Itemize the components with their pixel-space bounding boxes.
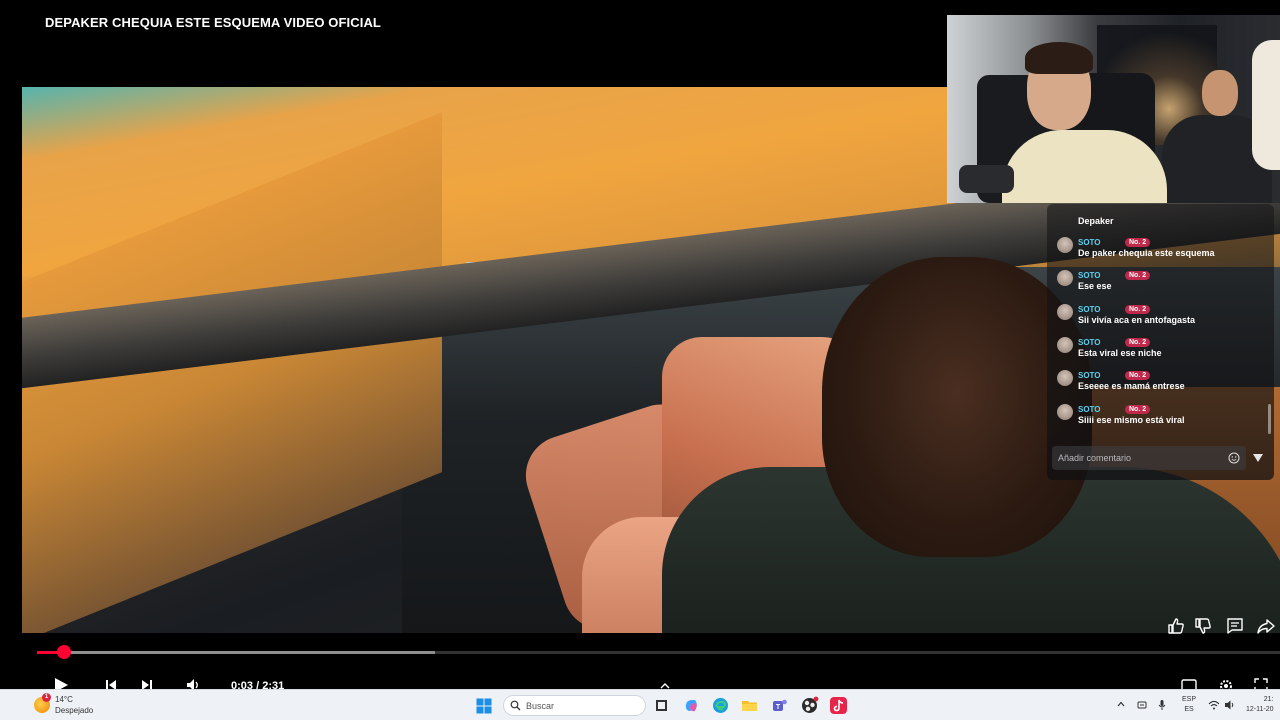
weather-temperature[interactable]: 14°C [55,695,73,704]
chat-message-text: Esta viral ese niche [1078,347,1162,358]
chat-rank-badge: No. 2 [1125,371,1151,381]
chat-username[interactable]: SOTO [1078,405,1101,414]
windows-start-icon[interactable] [476,698,492,714]
teams-icon[interactable]: T [770,696,789,715]
task-view-icon[interactable] [652,696,671,715]
player-controls: 0:03 / 2:31 [0,672,1280,690]
chat-message-text: Ese ese [1078,281,1112,292]
share-icon[interactable] [1256,616,1276,636]
copilot-icon[interactable] [682,696,701,715]
keyboard-layout: ES [1184,706,1194,713]
system-tray: ESP ES 21: 12-11-20 [1112,690,1280,720]
language-code: ESP [1182,696,1197,703]
thumbs-up-icon[interactable] [1166,616,1186,636]
chat-username[interactable]: SOTO [1078,338,1101,347]
chat-message-text: De paker chequia este esquema [1078,248,1215,258]
webcam-microphone [959,165,1014,193]
system-clock[interactable]: 21: 12-11-20 [1246,695,1274,715]
edge-icon[interactable] [711,696,730,715]
live-chat: Depaker SOTO No. 2 De paker chequia este e… [1047,204,1274,480]
chat-avatar[interactable] [1057,303,1073,320]
chat-rank-badge: No. 2 [1125,271,1151,281]
speaker-icon[interactable] [1224,699,1236,711]
video-actions [1164,616,1280,636]
webcam-streamer [1002,130,1167,203]
weather-condition[interactable]: Despejado [55,706,93,715]
thumbs-down-icon[interactable] [1193,616,1213,636]
file-explorer-icon[interactable] [740,696,759,715]
tray-chevron-icon[interactable] [1116,699,1126,709]
chat-rank-badge: No. 2 [1125,337,1151,347]
tiktok-icon[interactable] [829,696,848,715]
comment-icon[interactable] [1225,616,1245,636]
chat-rank-badge: No. 2 [1125,404,1151,414]
chat-username[interactable]: SOTO [1078,271,1101,280]
video-title: DEPAKER CHEQUIA ESTE ESQUEMA VIDEO OFICI… [45,15,381,30]
obs-icon[interactable] [800,696,819,715]
webcam-barber [1252,40,1280,170]
chat-scrollbar[interactable] [1268,404,1271,434]
language-indicator[interactable]: ESP ES [1182,695,1196,715]
chat-message-partial: Depaker [1078,216,1114,226]
chat-username[interactable]: SOTO [1078,305,1101,314]
microphone-icon[interactable] [1156,699,1168,711]
play-icon[interactable] [52,676,70,690]
webcam-guest-head [1202,70,1238,116]
progress-bar[interactable] [37,651,1280,654]
screen: DEPAKER CHEQUIA ESTE ESQUEMA VIDEO OFICI… [0,0,1280,720]
svg-text:T: T [776,704,781,711]
emoji-icon[interactable] [1228,452,1240,464]
webcam-streamer-hair [1025,42,1093,74]
clock-time: 21: [1263,696,1274,703]
chat-rank-badge: No. 2 [1125,304,1151,314]
weather-notification-badge: 1 [42,693,51,702]
chat-input-box[interactable] [1052,446,1246,470]
clock-date: 12-11-20 [1246,706,1274,713]
chat-username[interactable]: SOTO [1078,371,1101,380]
progress-scrubber[interactable] [57,645,72,659]
chat-avatar[interactable] [1057,270,1073,287]
wifi-icon[interactable] [1208,699,1220,711]
search-input[interactable] [526,696,641,715]
progress-buffered [37,651,435,654]
taskbar-search[interactable] [503,695,646,716]
windows-taskbar: 1 14°C Despejado Buscar T ESP ES 21: 12-… [0,689,1280,720]
search-icon [510,700,521,711]
chat-avatar[interactable] [1057,370,1073,387]
chat-message-text: Sii vivía aca en antofagasta [1078,314,1196,325]
webcam-overlay [947,15,1280,203]
chat-message-text: Eseeee es mamá entrese [1078,381,1185,392]
chat-avatar[interactable] [1057,403,1073,420]
chat-avatar[interactable] [1057,237,1073,253]
chat-avatar[interactable] [1057,336,1073,353]
chat-rank-badge: No. 2 [1125,238,1151,247]
send-icon[interactable] [1251,451,1265,465]
cloud-sync-icon[interactable] [1136,699,1148,711]
chat-message-text: Siiii ese mismo está viral [1078,414,1185,425]
chat-username[interactable]: SOTO [1078,238,1101,247]
comment-input[interactable] [1058,446,1223,470]
